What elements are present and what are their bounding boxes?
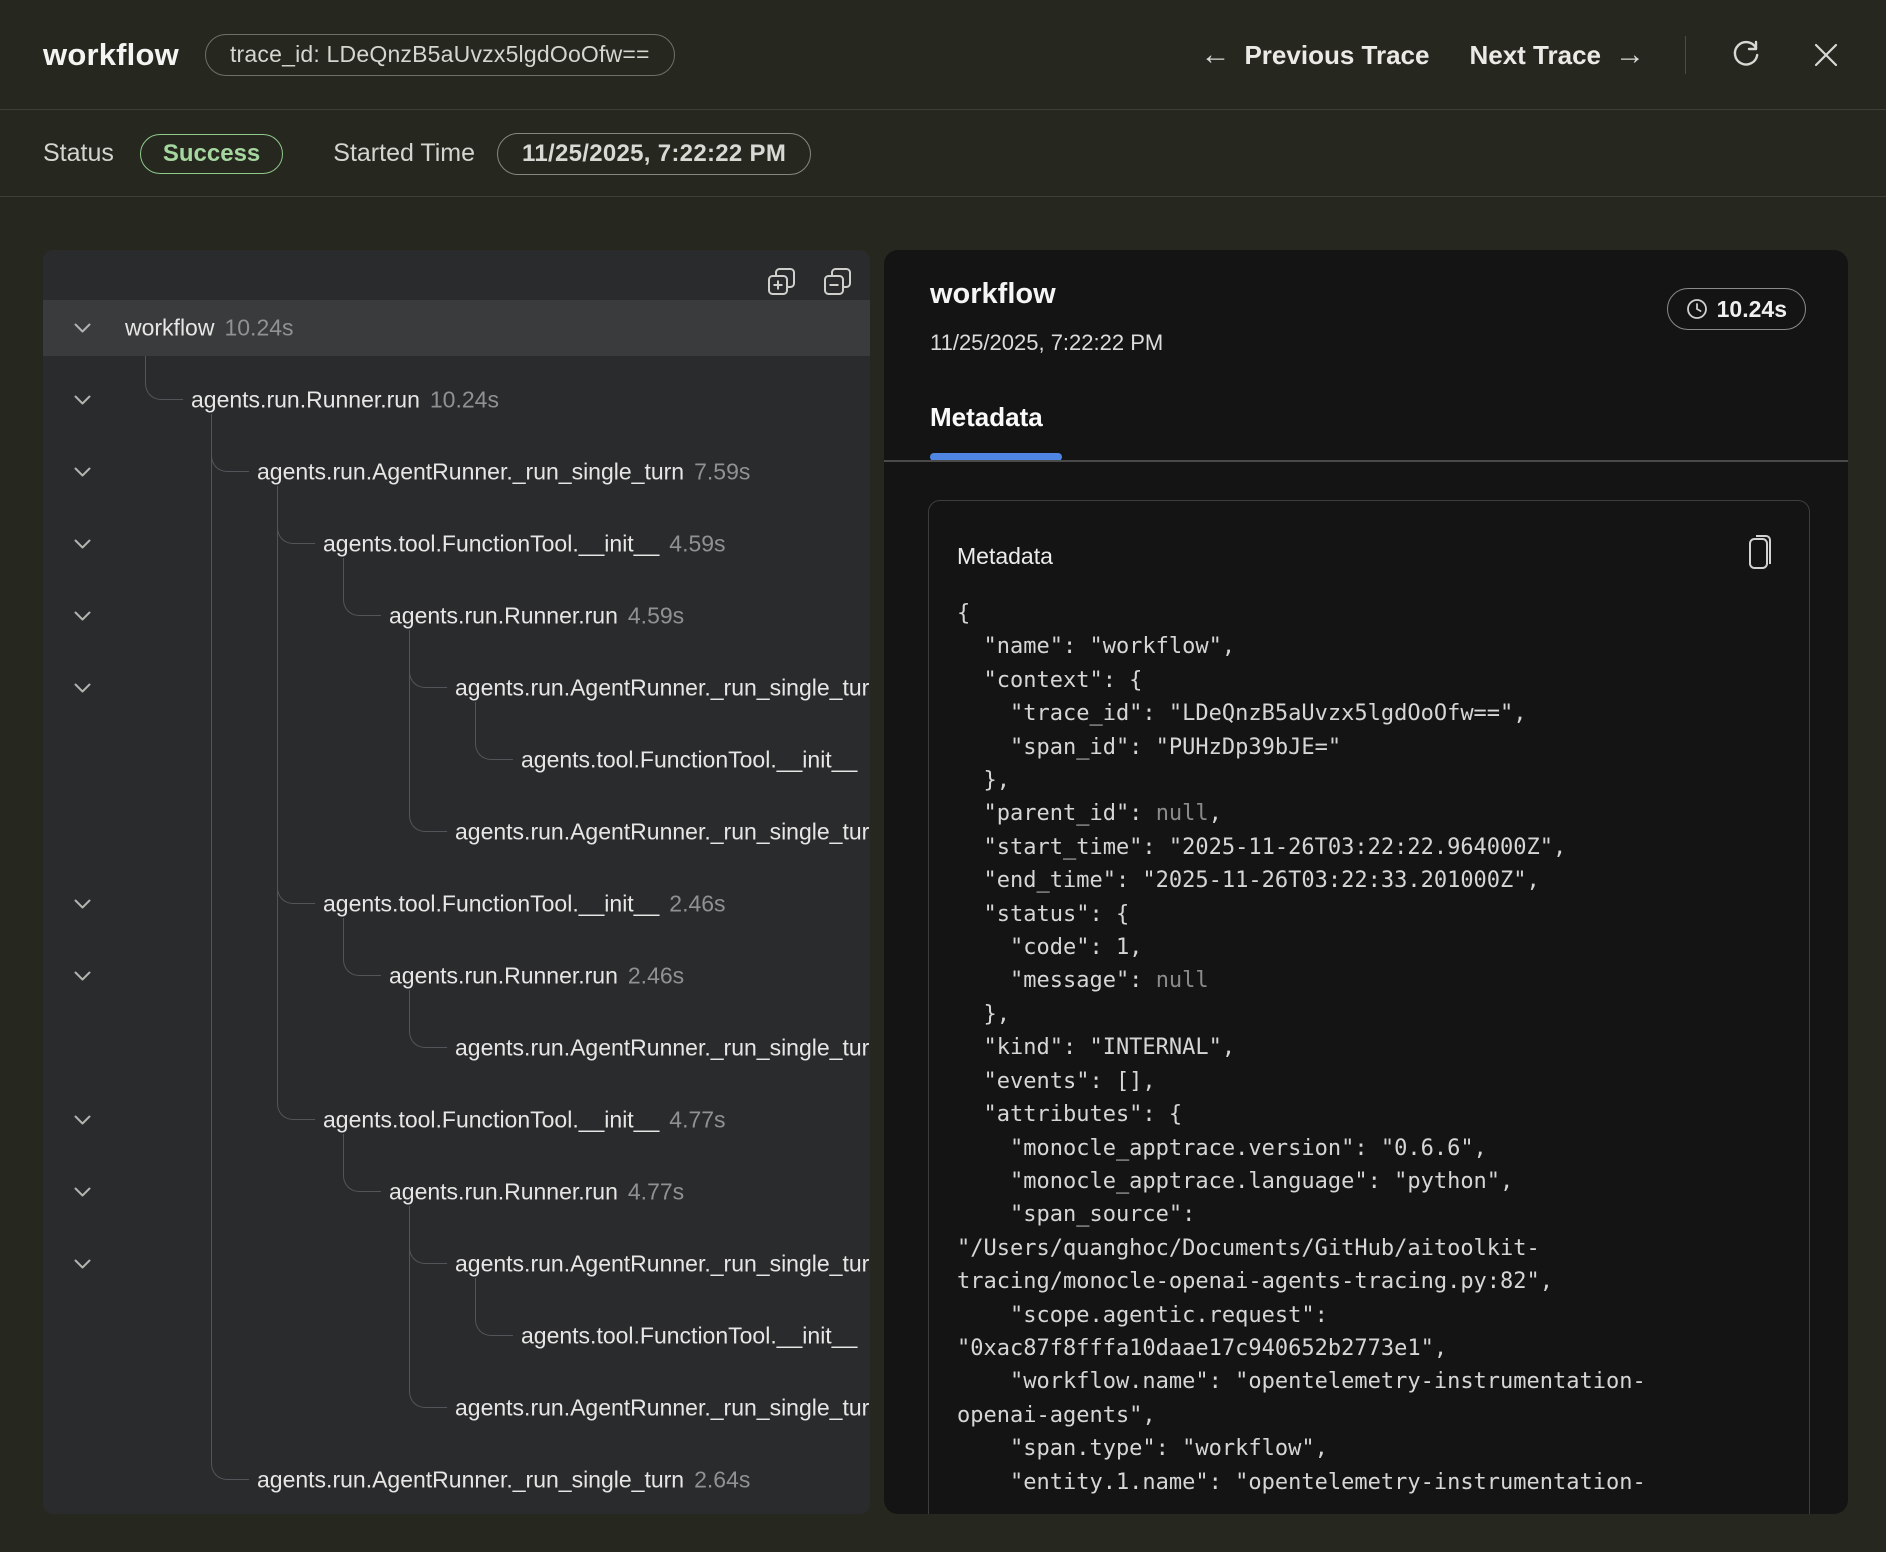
header-actions: ← Previous Trace Next Trace → [1200, 0, 1846, 110]
tree-row[interactable]: workflow10.24s [43, 300, 870, 356]
span-duration-label: 4.59s [628, 603, 684, 629]
copy-icon[interactable] [1741, 529, 1781, 575]
trace-id-pill: trace_id: LDeQnzB5aUvzx5lgdOoOfw== [205, 34, 675, 76]
started-time-label: Started Time [333, 139, 475, 168]
duration-value: 10.24s [1717, 296, 1787, 323]
header: workflow trace_id: LDeQnzB5aUvzx5lgdOoOf… [0, 0, 1886, 110]
tree-row[interactable]: agents.run.AgentRunner._run_single_turn2… [43, 1452, 870, 1508]
chevron-down-icon[interactable] [73, 392, 95, 408]
span-name-label: agents.run.Runner.run4.77s [389, 1179, 684, 1206]
arrow-left-icon: ← [1200, 38, 1230, 72]
started-time-pill: 11/25/2025, 7:22:22 PM [497, 133, 811, 175]
expand-all-icon[interactable] [766, 266, 798, 298]
tree-row[interactable]: agents.tool.FunctionTool.__init__4.59s [43, 516, 870, 572]
span-duration-label: 4.59s [669, 531, 725, 557]
tree-row[interactable]: agents.run.AgentRunner._run_single_turn [43, 1236, 870, 1292]
tree-row[interactable]: agents.run.Runner.run10.24s [43, 372, 870, 428]
span-timestamp: 11/25/2025, 7:22:22 PM [930, 330, 1163, 356]
refresh-icon[interactable] [1726, 35, 1766, 75]
chevron-down-icon[interactable] [73, 1112, 95, 1128]
span-name-label: agents.tool.FunctionTool.__init__2.46s [323, 891, 726, 918]
tree-toolbar [766, 266, 854, 298]
span-duration-label: 4.77s [628, 1179, 684, 1205]
close-icon[interactable] [1806, 35, 1846, 75]
status-bar: Status Success Started Time 11/25/2025, … [0, 111, 1886, 197]
tab-metadata[interactable]: Metadata [930, 402, 1043, 433]
span-name-label: agents.tool.FunctionTool.__init__ [521, 747, 857, 774]
span-duration-label: 7.59s [694, 459, 750, 485]
span-title: workflow [930, 278, 1056, 311]
tree-row[interactable]: agents.tool.FunctionTool.__init__2.46s [43, 876, 870, 932]
span-name-label: agents.run.Runner.run10.24s [191, 387, 499, 414]
status-label: Status [43, 139, 114, 168]
span-duration-label: 10.24s [430, 387, 499, 413]
tree-row[interactable]: agents.tool.FunctionTool.__init__ [43, 1308, 870, 1364]
span-name-label: agents.run.AgentRunner._run_single_turn [455, 1395, 870, 1422]
span-duration-label: 10.24s [224, 315, 293, 341]
previous-trace-button[interactable]: ← Previous Trace [1200, 38, 1429, 72]
trace-viewer-page: { "header": { "title": "workflow", "trac… [0, 0, 1886, 1552]
header-divider [1685, 36, 1686, 74]
span-duration-label: 4.77s [669, 1107, 725, 1133]
tree-row[interactable]: agents.run.AgentRunner._run_single_turn [43, 1020, 870, 1076]
metadata-card: Metadata { "name": "workflow", "context"… [928, 500, 1810, 1514]
chevron-down-icon[interactable] [73, 1256, 95, 1272]
span-name-label: agents.tool.FunctionTool.__init__4.59s [323, 531, 726, 558]
chevron-down-icon[interactable] [73, 464, 95, 480]
span-name-label: agents.tool.FunctionTool.__init__ [521, 1323, 857, 1350]
chevron-down-icon[interactable] [73, 1184, 95, 1200]
chevron-down-icon[interactable] [73, 896, 95, 912]
tree-row[interactable]: agents.tool.FunctionTool.__init__ [43, 732, 870, 788]
tab-bar-divider [884, 460, 1848, 462]
chevron-down-icon[interactable] [73, 968, 95, 984]
span-name-label: agents.run.AgentRunner._run_single_turn7… [257, 459, 750, 486]
span-name-label: agents.run.AgentRunner._run_single_turn [455, 1251, 870, 1278]
chevron-down-icon[interactable] [73, 536, 95, 552]
collapse-all-icon[interactable] [822, 266, 854, 298]
span-name-label: workflow10.24s [125, 315, 294, 342]
tree-row[interactable]: agents.run.Runner.run4.59s [43, 588, 870, 644]
span-duration-label: 2.46s [628, 963, 684, 989]
tree-row[interactable]: agents.tool.FunctionTool.__init__4.77s [43, 1092, 870, 1148]
trace-tree: workflow10.24s agents.run.Runner.run10.24… [43, 250, 870, 1514]
tree-row[interactable]: agents.run.AgentRunner._run_single_turn [43, 660, 870, 716]
tree-row[interactable]: agents.run.Runner.run2.46s [43, 948, 870, 1004]
chevron-down-icon[interactable] [73, 320, 95, 336]
next-trace-button[interactable]: Next Trace → [1469, 38, 1645, 72]
span-name-label: agents.run.Runner.run4.59s [389, 603, 684, 630]
metadata-card-title: Metadata [957, 543, 1053, 570]
span-detail-panel: workflow 10.24s 11/25/2025, 7:22:22 PM M… [884, 250, 1848, 1514]
next-trace-label: Next Trace [1469, 40, 1601, 71]
status-badge: Success [140, 134, 283, 174]
tree-row[interactable]: agents.run.Runner.run4.77s [43, 1164, 870, 1220]
chevron-down-icon[interactable] [73, 680, 95, 696]
page-title: workflow [43, 37, 179, 73]
json-null-value: null [1156, 801, 1209, 826]
span-name-label: agents.tool.FunctionTool.__init__4.77s [323, 1107, 726, 1134]
span-name-label: agents.run.AgentRunner._run_single_turn [455, 675, 870, 702]
span-duration-label: 2.64s [694, 1467, 750, 1493]
span-name-label: agents.run.AgentRunner._run_single_turn2… [257, 1467, 750, 1494]
duration-badge: 10.24s [1667, 288, 1806, 330]
clock-icon [1686, 298, 1708, 320]
previous-trace-label: Previous Trace [1244, 40, 1429, 71]
span-name-label: agents.run.AgentRunner._run_single_turn [455, 1035, 870, 1062]
json-null-value: null [1156, 968, 1209, 993]
span-name-label: agents.run.Runner.run2.46s [389, 963, 684, 990]
span-duration-label: 2.46s [669, 891, 725, 917]
tree-row[interactable]: agents.run.AgentRunner._run_single_turn [43, 804, 870, 860]
metadata-json[interactable]: { "name": "workflow", "context": { "trac… [957, 597, 1787, 1499]
arrow-right-icon: → [1615, 38, 1645, 72]
span-name-label: agents.run.AgentRunner._run_single_turn [455, 819, 870, 846]
tree-row[interactable]: agents.run.AgentRunner._run_single_turn [43, 1380, 870, 1436]
tree-row[interactable]: agents.run.AgentRunner._run_single_turn7… [43, 444, 870, 500]
chevron-down-icon[interactable] [73, 608, 95, 624]
